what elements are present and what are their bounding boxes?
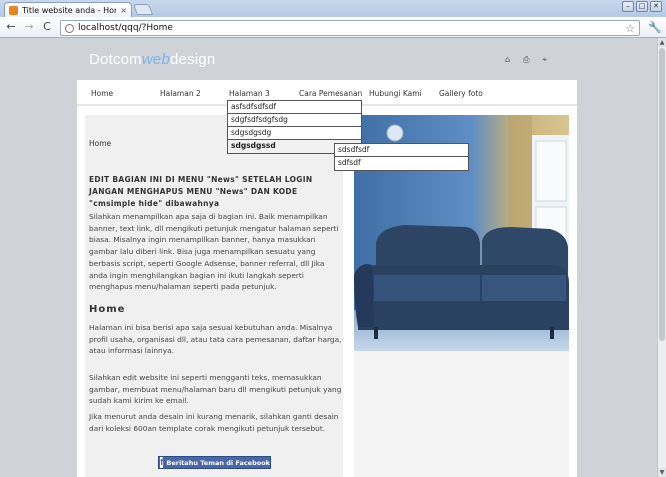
vertical-scrollbar[interactable]: ▲ ▼ xyxy=(657,38,666,477)
reload-button[interactable]: C xyxy=(40,20,54,34)
submenu-item[interactable]: sdgfsdfsdgfsdg xyxy=(228,114,361,127)
header-icons: ⌂ ⎙ ⌖ xyxy=(505,55,547,65)
site-logo[interactable]: Dotcomwebdesign xyxy=(89,51,215,68)
home-icon[interactable]: ⌂ xyxy=(505,55,510,65)
image-shadow-area xyxy=(354,351,569,477)
tab-title: Title website anda - Home xyxy=(22,5,116,15)
facebook-share-button[interactable]: f Beritahu Teman di Facebook xyxy=(158,456,271,469)
logo-part-1: Dotcom xyxy=(89,51,142,68)
breadcrumb[interactable]: Home xyxy=(89,139,111,148)
sitemap-icon[interactable]: ⌖ xyxy=(542,55,547,65)
paragraph-1: Halaman ini bisa berisi apa saja sesuai … xyxy=(89,323,342,356)
news-text: Silahkan menampilkan apa saja di bagian … xyxy=(89,212,339,292)
globe-icon xyxy=(65,23,74,33)
browser-tab[interactable]: Title website anda - Home × xyxy=(4,2,132,17)
close-window-button[interactable]: ✕ xyxy=(650,1,662,12)
new-tab-button[interactable] xyxy=(132,4,154,15)
bookmark-star-icon[interactable]: ☆ xyxy=(625,22,635,35)
main-column: Home EDIT BAGIAN INI DI MENU "News" SETE… xyxy=(85,115,343,477)
menu-item-cara-pemesanan[interactable]: Cara Pemesanan xyxy=(299,89,362,98)
page-heading: Home xyxy=(89,304,126,315)
facebook-icon: f xyxy=(160,457,164,468)
address-bar[interactable]: localhost/qqq/?Home ☆ xyxy=(60,20,640,36)
menu-item-halaman-2[interactable]: Halaman 2 xyxy=(160,89,201,98)
submenu-item[interactable]: sdgsdgsdg xyxy=(228,127,361,140)
minimize-button[interactable]: – xyxy=(622,1,634,12)
menu-item-hubungi-kami[interactable]: Hubungi Kami xyxy=(369,89,422,98)
menu-item-home[interactable]: Home xyxy=(91,89,113,98)
logo-part-3: design xyxy=(170,51,216,68)
scrollbar-thumb[interactable] xyxy=(659,48,665,341)
scroll-down-arrow-icon[interactable]: ▼ xyxy=(658,468,666,477)
wrench-icon[interactable]: 🔧 xyxy=(648,21,662,34)
nested-submenu-item[interactable]: sdfsdf xyxy=(335,157,468,170)
paragraph-3: Jika menurut anda desain ini kurang mena… xyxy=(89,412,339,433)
submenu-item[interactable]: asfsdfsdfsdf xyxy=(228,101,361,114)
favicon-icon xyxy=(9,5,18,15)
paragraph-2: Silahkan edit website ini seperti mengga… xyxy=(89,373,342,406)
page-viewport: Dotcomwebdesign ⌂ ⎙ ⌖ Home Halaman 2 Hal… xyxy=(0,38,657,477)
tab-close-button[interactable]: × xyxy=(120,6,127,15)
menu-item-gallery-foto[interactable]: Gallery foto xyxy=(439,89,483,98)
nested-submenu: sdsdfsdf sdfsdf xyxy=(334,143,469,171)
browser-titlebar: Title website anda - Home × – □ ✕ xyxy=(0,0,666,17)
nested-submenu-item[interactable]: sdsdfsdf xyxy=(335,144,468,157)
url-text: localhost/qqq/?Home xyxy=(78,23,173,33)
print-icon[interactable]: ⎙ xyxy=(523,55,529,65)
scroll-up-arrow-icon[interactable]: ▲ xyxy=(658,38,666,47)
window-controls: – □ ✕ xyxy=(622,1,662,12)
news-title: EDIT BAGIAN INI DI MENU "News" SETELAH L… xyxy=(89,175,313,208)
logo-part-2: web xyxy=(141,51,171,68)
back-button[interactable]: ← xyxy=(4,20,18,34)
maximize-button[interactable]: □ xyxy=(636,1,648,12)
menu-item-halaman-3[interactable]: Halaman 3 xyxy=(229,89,270,98)
forward-button[interactable]: → xyxy=(22,20,36,34)
content-area: Home EDIT BAGIAN INI DI MENU "News" SETE… xyxy=(77,106,577,477)
facebook-share-label: Beritahu Teman di Facebook xyxy=(166,458,270,467)
